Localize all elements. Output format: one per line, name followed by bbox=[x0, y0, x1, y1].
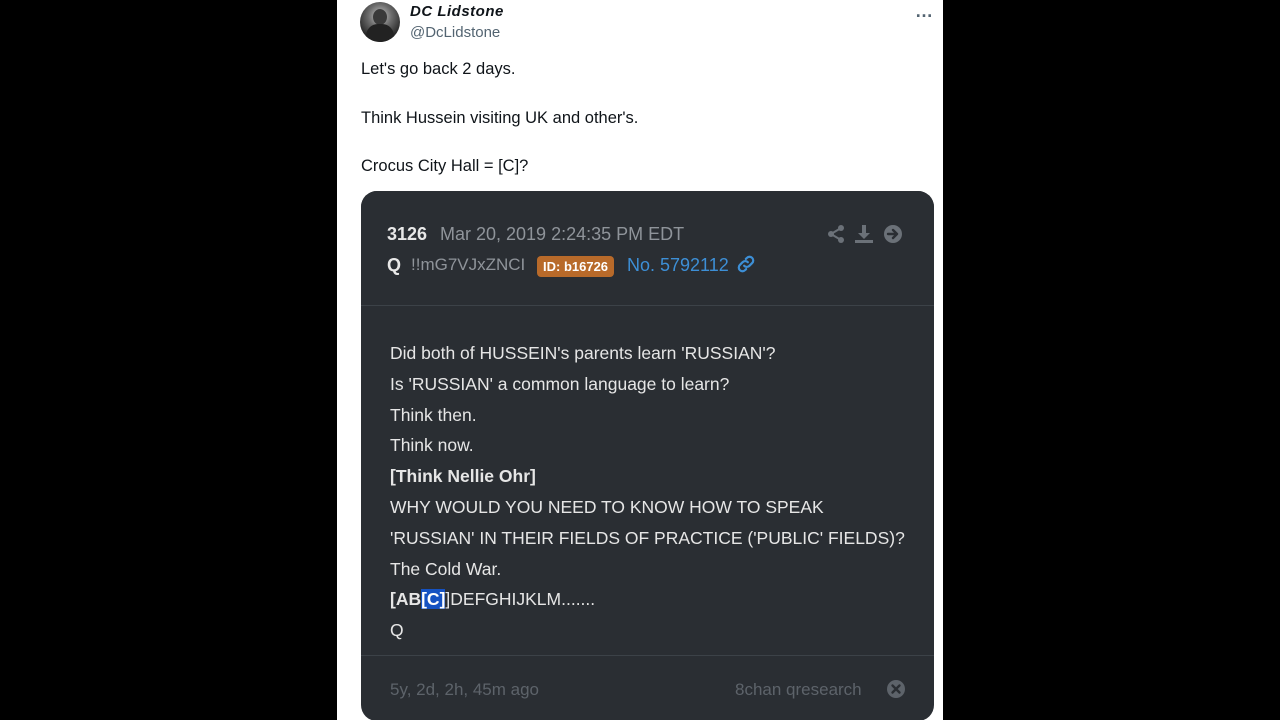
qpost-line: 'RUSSIAN' IN THEIR FIELDS OF PRACTICE ('… bbox=[390, 527, 905, 548]
post-date: Mar 20, 2019 2:24:35 PM EDT bbox=[440, 224, 685, 244]
post-age: 5y, 2d, 2h, 45m ago bbox=[390, 680, 540, 699]
qpost-line: Think now. bbox=[390, 435, 474, 456]
user-handle[interactable]: @DcLidstone bbox=[410, 24, 500, 41]
download-icon[interactable] bbox=[854, 224, 874, 244]
alphabet-prefix: [AB bbox=[390, 589, 422, 610]
tweet-card: DC Lidstone @DcLidstone … Let's go back … bbox=[337, 0, 943, 720]
link-icon[interactable] bbox=[735, 253, 757, 275]
qpost-line: WHY WOULD YOU NEED TO KNOW HOW TO SPEAK bbox=[390, 496, 824, 517]
share-icon[interactable] bbox=[826, 224, 846, 244]
post-number: 3126 bbox=[387, 224, 428, 244]
qpost-header bbox=[361, 191, 934, 306]
post-source: 8chan qresearch bbox=[735, 680, 862, 699]
qpost-line-alphabet: [AB[C]]DEFGHIJKLM....... bbox=[390, 584, 910, 615]
arrow-right-circle-icon[interactable] bbox=[883, 224, 903, 244]
qpost-line: Think then. bbox=[390, 404, 477, 425]
qpost-line: [Think Nellie Ohr] bbox=[390, 466, 536, 487]
tweet-line: Think Hussein visiting UK and other's. bbox=[361, 108, 639, 127]
more-horizontal-icon[interactable]: … bbox=[915, 2, 937, 20]
id-badge: ID: b16726 bbox=[537, 256, 615, 277]
post-number-link[interactable]: No. 5792112 bbox=[627, 255, 729, 276]
qpost-line: Did both of HUSSEIN's parents learn 'RUS… bbox=[390, 343, 776, 363]
qpost-line: The Cold War. bbox=[390, 558, 502, 579]
alphabet-suffix: ]DEFGHIJKLM....... bbox=[445, 589, 596, 610]
embedded-qpost-card[interactable]: 3126 Mar 20, 2019 2:24:35 PM EDT Q !!mG7… bbox=[361, 191, 934, 720]
alphabet-highlight: [C] bbox=[421, 589, 446, 610]
tweet-line: Crocus City Hall = [C]? bbox=[361, 157, 529, 175]
tweet-line: Let's go back 2 days. bbox=[361, 60, 516, 78]
close-circle-icon[interactable] bbox=[886, 679, 906, 699]
qpost-signature: Q bbox=[390, 620, 404, 641]
tweet-text: Let's go back 2 days. Think Hussein visi… bbox=[361, 60, 921, 206]
avatar[interactable] bbox=[360, 2, 400, 42]
post-author: Q bbox=[387, 255, 402, 275]
display-name[interactable]: DC Lidstone bbox=[410, 3, 504, 20]
tripcode: !!mG7VJxZNCI bbox=[411, 255, 526, 274]
qpost-line: Is 'RUSSIAN' a common language to learn? bbox=[390, 373, 730, 394]
qpost-body: Did both of HUSSEIN's parents learn 'RUS… bbox=[390, 338, 910, 646]
